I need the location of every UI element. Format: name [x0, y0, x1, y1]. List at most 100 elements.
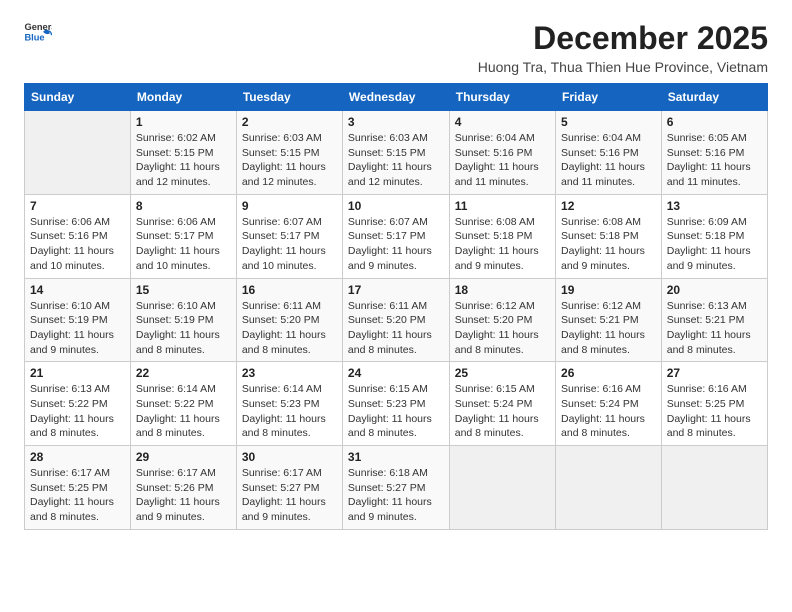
day-number: 19 [561, 283, 656, 297]
day-number: 8 [136, 199, 231, 213]
calendar-week-row: 1 Sunrise: 6:02 AMSunset: 5:15 PMDaylight… [25, 111, 768, 195]
day-number: 3 [348, 115, 444, 129]
day-info: Sunrise: 6:13 AMSunset: 5:22 PMDaylight:… [30, 382, 125, 441]
day-number: 12 [561, 199, 656, 213]
month-title: December 2025 [478, 20, 768, 57]
day-number: 17 [348, 283, 444, 297]
calendar-cell [556, 446, 662, 530]
day-info: Sunrise: 6:08 AMSunset: 5:18 PMDaylight:… [455, 215, 550, 274]
calendar-cell: 19 Sunrise: 6:12 AMSunset: 5:21 PMDayligh… [556, 278, 662, 362]
calendar-header-row: SundayMondayTuesdayWednesdayThursdayFrid… [25, 84, 768, 111]
day-info: Sunrise: 6:16 AMSunset: 5:24 PMDaylight:… [561, 382, 656, 441]
calendar-week-row: 14Sunrise: 6:10 AMSunset: 5:19 PMDayligh… [25, 278, 768, 362]
calendar-week-row: 21Sunrise: 6:13 AMSunset: 5:22 PMDayligh… [25, 362, 768, 446]
day-info: Sunrise: 6:18 AMSunset: 5:27 PMDaylight:… [348, 466, 444, 525]
calendar-cell: 12 Sunrise: 6:08 AMSunset: 5:18 PMDayligh… [556, 194, 662, 278]
calendar-cell [25, 111, 131, 195]
day-number: 24 [348, 366, 444, 380]
day-number: 11 [455, 199, 550, 213]
day-info: Sunrise: 6:08 AMSunset: 5:18 PMDaylight:… [561, 215, 656, 274]
day-info: Sunrise: 6:14 AMSunset: 5:23 PMDaylight:… [242, 382, 337, 441]
day-number: 1 [136, 115, 231, 129]
day-info: Sunrise: 6:11 AMSunset: 5:20 PMDaylight:… [348, 299, 444, 358]
calendar-cell: 31 Sunrise: 6:18 AMSunset: 5:27 PMDayligh… [342, 446, 449, 530]
calendar-cell: 25 Sunrise: 6:15 AMSunset: 5:24 PMDayligh… [449, 362, 555, 446]
col-header-tuesday: Tuesday [236, 84, 342, 111]
day-info: Sunrise: 6:15 AMSunset: 5:23 PMDaylight:… [348, 382, 444, 441]
svg-text:Blue: Blue [24, 32, 44, 42]
day-info: Sunrise: 6:02 AMSunset: 5:15 PMDaylight:… [136, 131, 231, 190]
day-number: 29 [136, 450, 231, 464]
calendar-cell: 17 Sunrise: 6:11 AMSunset: 5:20 PMDayligh… [342, 278, 449, 362]
calendar-cell: 22Sunrise: 6:14 AMSunset: 5:22 PMDayligh… [130, 362, 236, 446]
day-number: 7 [30, 199, 125, 213]
day-number: 10 [348, 199, 444, 213]
calendar-cell: 23Sunrise: 6:14 AMSunset: 5:23 PMDayligh… [236, 362, 342, 446]
day-info: Sunrise: 6:17 AMSunset: 5:26 PMDaylight:… [136, 466, 231, 525]
day-number: 31 [348, 450, 444, 464]
calendar-cell: 9 Sunrise: 6:07 AMSunset: 5:17 PMDaylight… [236, 194, 342, 278]
day-info: Sunrise: 6:13 AMSunset: 5:21 PMDaylight:… [667, 299, 762, 358]
day-number: 9 [242, 199, 337, 213]
logo-icon: General Blue [24, 20, 52, 42]
day-info: Sunrise: 6:03 AMSunset: 5:15 PMDaylight:… [348, 131, 444, 190]
day-number: 4 [455, 115, 550, 129]
col-header-sunday: Sunday [25, 84, 131, 111]
day-info: Sunrise: 6:09 AMSunset: 5:18 PMDaylight:… [667, 215, 762, 274]
calendar-week-row: 28 Sunrise: 6:17 AMSunset: 5:25 PMDayligh… [25, 446, 768, 530]
day-info: Sunrise: 6:16 AMSunset: 5:25 PMDaylight:… [667, 382, 762, 441]
day-number: 26 [561, 366, 656, 380]
day-number: 28 [30, 450, 125, 464]
calendar-cell: 8 Sunrise: 6:06 AMSunset: 5:17 PMDaylight… [130, 194, 236, 278]
day-number: 2 [242, 115, 337, 129]
day-info: Sunrise: 6:03 AMSunset: 5:15 PMDaylight:… [242, 131, 337, 190]
calendar-cell: 13 Sunrise: 6:09 AMSunset: 5:18 PMDayligh… [661, 194, 767, 278]
day-info: Sunrise: 6:07 AMSunset: 5:17 PMDaylight:… [242, 215, 337, 274]
calendar-cell: 1 Sunrise: 6:02 AMSunset: 5:15 PMDaylight… [130, 111, 236, 195]
calendar-cell: 2 Sunrise: 6:03 AMSunset: 5:15 PMDaylight… [236, 111, 342, 195]
day-info: Sunrise: 6:07 AMSunset: 5:17 PMDaylight:… [348, 215, 444, 274]
calendar-cell: 16 Sunrise: 6:11 AMSunset: 5:20 PMDayligh… [236, 278, 342, 362]
calendar-table: SundayMondayTuesdayWednesdayThursdayFrid… [24, 83, 768, 530]
col-header-wednesday: Wednesday [342, 84, 449, 111]
day-number: 14 [30, 283, 125, 297]
calendar-cell [661, 446, 767, 530]
calendar-cell: 30 Sunrise: 6:17 AMSunset: 5:27 PMDayligh… [236, 446, 342, 530]
day-info: Sunrise: 6:17 AMSunset: 5:25 PMDaylight:… [30, 466, 125, 525]
calendar-cell: 10 Sunrise: 6:07 AMSunset: 5:17 PMDayligh… [342, 194, 449, 278]
calendar-cell: 4 Sunrise: 6:04 AMSunset: 5:16 PMDaylight… [449, 111, 555, 195]
day-number: 27 [667, 366, 762, 380]
calendar-cell: 7Sunrise: 6:06 AMSunset: 5:16 PMDaylight… [25, 194, 131, 278]
col-header-friday: Friday [556, 84, 662, 111]
day-number: 20 [667, 283, 762, 297]
calendar-cell: 20 Sunrise: 6:13 AMSunset: 5:21 PMDayligh… [661, 278, 767, 362]
day-info: Sunrise: 6:15 AMSunset: 5:24 PMDaylight:… [455, 382, 550, 441]
day-info: Sunrise: 6:04 AMSunset: 5:16 PMDaylight:… [561, 131, 656, 190]
calendar-cell: 18 Sunrise: 6:12 AMSunset: 5:20 PMDayligh… [449, 278, 555, 362]
calendar-cell: 5 Sunrise: 6:04 AMSunset: 5:16 PMDaylight… [556, 111, 662, 195]
day-number: 18 [455, 283, 550, 297]
title-block: December 2025 Huong Tra, Thua Thien Hue … [478, 20, 768, 75]
day-info: Sunrise: 6:17 AMSunset: 5:27 PMDaylight:… [242, 466, 337, 525]
day-number: 15 [136, 283, 231, 297]
day-info: Sunrise: 6:14 AMSunset: 5:22 PMDaylight:… [136, 382, 231, 441]
calendar-cell: 14Sunrise: 6:10 AMSunset: 5:19 PMDayligh… [25, 278, 131, 362]
col-header-monday: Monday [130, 84, 236, 111]
day-number: 6 [667, 115, 762, 129]
day-number: 30 [242, 450, 337, 464]
day-info: Sunrise: 6:05 AMSunset: 5:16 PMDaylight:… [667, 131, 762, 190]
day-info: Sunrise: 6:12 AMSunset: 5:21 PMDaylight:… [561, 299, 656, 358]
calendar-cell: 26 Sunrise: 6:16 AMSunset: 5:24 PMDayligh… [556, 362, 662, 446]
day-info: Sunrise: 6:12 AMSunset: 5:20 PMDaylight:… [455, 299, 550, 358]
calendar-cell: 3 Sunrise: 6:03 AMSunset: 5:15 PMDaylight… [342, 111, 449, 195]
day-number: 5 [561, 115, 656, 129]
logo: General Blue [24, 20, 52, 42]
day-number: 25 [455, 366, 550, 380]
day-info: Sunrise: 6:04 AMSunset: 5:16 PMDaylight:… [455, 131, 550, 190]
day-info: Sunrise: 6:06 AMSunset: 5:17 PMDaylight:… [136, 215, 231, 274]
calendar-cell: 6 Sunrise: 6:05 AMSunset: 5:16 PMDaylight… [661, 111, 767, 195]
day-info: Sunrise: 6:11 AMSunset: 5:20 PMDaylight:… [242, 299, 337, 358]
day-number: 13 [667, 199, 762, 213]
calendar-cell: 15Sunrise: 6:10 AMSunset: 5:19 PMDayligh… [130, 278, 236, 362]
day-number: 16 [242, 283, 337, 297]
